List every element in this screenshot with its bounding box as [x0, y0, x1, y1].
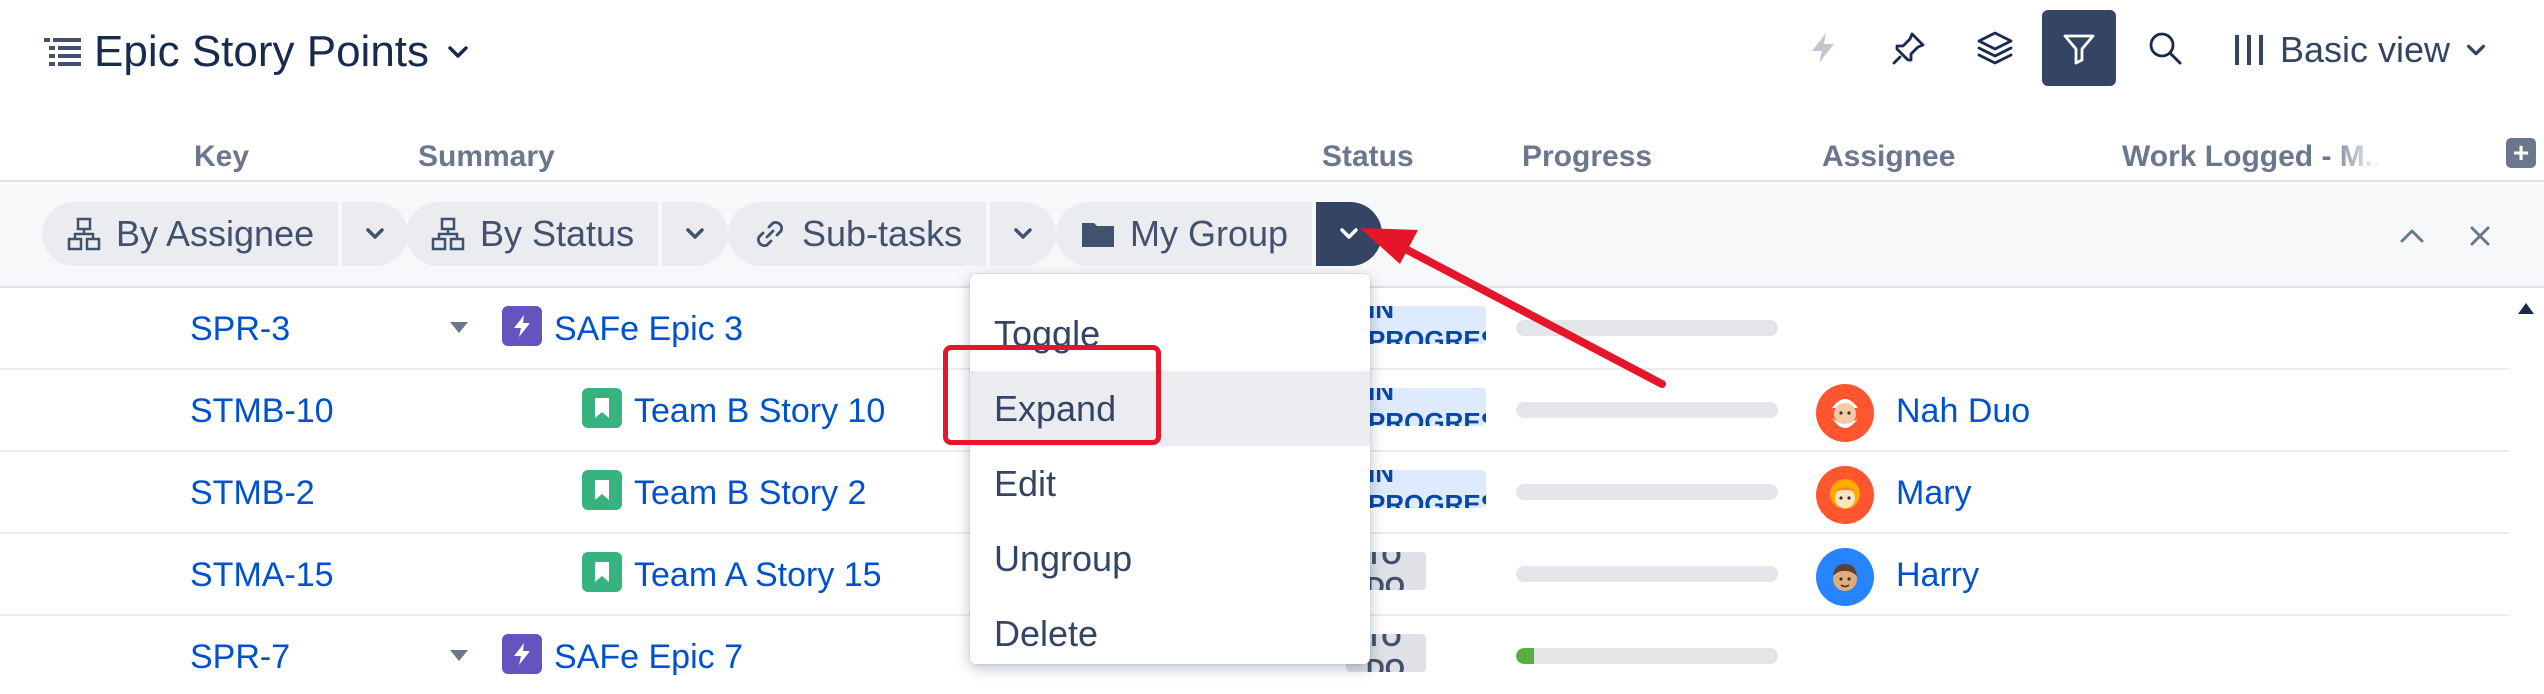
- structure-icon: [44, 38, 81, 66]
- group-chip-main[interactable]: By Status: [406, 202, 659, 266]
- issue-summary[interactable]: Team B Story 10: [634, 392, 885, 431]
- chevron-down-icon: [1340, 228, 1358, 239]
- santa-avatar-icon: [1832, 399, 1858, 428]
- chevron-down-icon: [686, 228, 704, 239]
- group-chip-main[interactable]: By Assignee: [42, 202, 339, 266]
- view-selector[interactable]: Basic view: [2232, 12, 2488, 88]
- issue-key[interactable]: STMB-2: [190, 474, 315, 513]
- chevron-down-icon: [2467, 44, 2486, 56]
- title-area[interactable]: Epic Story Points: [44, 22, 471, 82]
- group-chip-sub-tasks[interactable]: Sub-tasks: [728, 202, 1057, 266]
- epic-icon: [502, 306, 542, 346]
- plus-icon: +: [2512, 137, 2530, 168]
- progress-bar: [1516, 566, 1778, 582]
- story-icon: [582, 470, 622, 510]
- chevron-down-icon: [1014, 228, 1032, 239]
- search-icon: [2149, 32, 2182, 65]
- folder-icon: [1082, 223, 1114, 247]
- group-chip-dropdown-active[interactable]: [1316, 202, 1383, 266]
- scroll-up-arrow-icon[interactable]: [2516, 300, 2536, 316]
- layers-button[interactable]: [1958, 10, 2032, 86]
- group-chip-by-status[interactable]: By Status: [406, 202, 729, 266]
- progress-bar: [1516, 402, 1778, 418]
- menu-item-ungroup[interactable]: Ungroup: [970, 521, 1370, 596]
- story-icon: [582, 388, 622, 428]
- progress-bar: [1516, 484, 1778, 500]
- column-header-work-logged[interactable]: Work Logged - M...: [2122, 140, 2380, 174]
- pin-button[interactable]: [1872, 10, 1946, 86]
- issue-key[interactable]: STMA-15: [190, 556, 334, 595]
- issue-summary[interactable]: SAFe Epic 3: [554, 310, 743, 349]
- add-column-button[interactable]: +: [2506, 138, 2536, 168]
- group-chip-dropdown[interactable]: [342, 202, 409, 266]
- column-header-summary[interactable]: Summary: [418, 140, 555, 174]
- column-headers: Key Summary Status Progress Assignee Wor…: [0, 130, 2544, 182]
- hierarchy-icon: [67, 217, 101, 251]
- chevron-down-icon: [366, 228, 384, 239]
- grouping-bar: By Assignee By Status Sub-tasks My Group: [0, 184, 2544, 288]
- automation-button[interactable]: [1786, 10, 1860, 86]
- issue-summary[interactable]: Team A Story 15: [634, 556, 882, 595]
- menu-item-delete[interactable]: Delete: [970, 596, 1370, 671]
- column-header-assignee[interactable]: Assignee: [1822, 140, 1955, 174]
- avatar[interactable]: [1816, 384, 1874, 442]
- progress-bar: [1516, 648, 1778, 664]
- link-icon: [757, 221, 783, 247]
- search-button[interactable]: [2128, 10, 2202, 86]
- filter-icon: [2063, 34, 2095, 65]
- caret-down-icon[interactable]: [448, 646, 470, 664]
- group-chip-label: Sub-tasks: [802, 213, 963, 254]
- story-icon: [582, 552, 622, 592]
- header: Epic Story Points Basic view: [0, 0, 2544, 110]
- progress-fill: [1516, 648, 1535, 664]
- column-header-progress[interactable]: Progress: [1522, 140, 1652, 174]
- group-chip-main[interactable]: Sub-tasks: [728, 202, 987, 266]
- columns-icon: [2235, 35, 2263, 65]
- group-chip-dropdown[interactable]: [662, 202, 729, 266]
- avatar[interactable]: [1816, 466, 1874, 524]
- close-icon[interactable]: [2462, 218, 2498, 254]
- column-header-key[interactable]: Key: [194, 140, 249, 174]
- group-chip-label: By Assignee: [116, 213, 315, 254]
- issue-key[interactable]: SPR-7: [190, 638, 290, 677]
- page-title: Epic Story Points: [94, 27, 430, 76]
- lightning-icon: [1812, 33, 1834, 63]
- filter-button[interactable]: [2042, 10, 2116, 86]
- boy-avatar-icon: [1833, 564, 1857, 591]
- group-options-menu: Toggle Expand Edit Ungroup Delete: [970, 274, 1370, 664]
- girl-avatar-icon: [1830, 479, 1860, 509]
- group-chip-main[interactable]: My Group: [1056, 202, 1313, 266]
- assignee-name[interactable]: Nah Duo: [1896, 392, 2030, 431]
- pin-icon: [1892, 32, 1925, 65]
- progress-bar: [1516, 320, 1778, 336]
- view-label: Basic view: [2280, 29, 2451, 70]
- hierarchy-icon: [431, 217, 465, 251]
- group-chip-label: My Group: [1130, 213, 1289, 254]
- column-header-status[interactable]: Status: [1322, 140, 1414, 174]
- group-chip-by-assignee[interactable]: By Assignee: [42, 202, 409, 266]
- annotation-highlight-box: [943, 345, 1161, 445]
- issue-summary[interactable]: SAFe Epic 7: [554, 638, 743, 677]
- issue-key[interactable]: SPR-3: [190, 310, 290, 349]
- chevron-up-icon[interactable]: [2394, 218, 2430, 254]
- layers-icon: [1977, 31, 2013, 65]
- avatar[interactable]: [1816, 548, 1874, 606]
- chevron-down-icon[interactable]: [445, 43, 471, 61]
- group-chip-my-group[interactable]: My Group: [1056, 202, 1383, 266]
- assignee-name[interactable]: Harry: [1896, 556, 1979, 595]
- issue-summary[interactable]: Team B Story 2: [634, 474, 866, 513]
- group-chip-label: By Status: [480, 213, 635, 254]
- assignee-name[interactable]: Mary: [1896, 474, 1972, 513]
- issue-key[interactable]: STMB-10: [190, 392, 334, 431]
- group-chip-dropdown[interactable]: [990, 202, 1057, 266]
- caret-down-icon[interactable]: [448, 318, 470, 336]
- menu-item-edit[interactable]: Edit: [970, 446, 1370, 521]
- epic-icon: [502, 634, 542, 674]
